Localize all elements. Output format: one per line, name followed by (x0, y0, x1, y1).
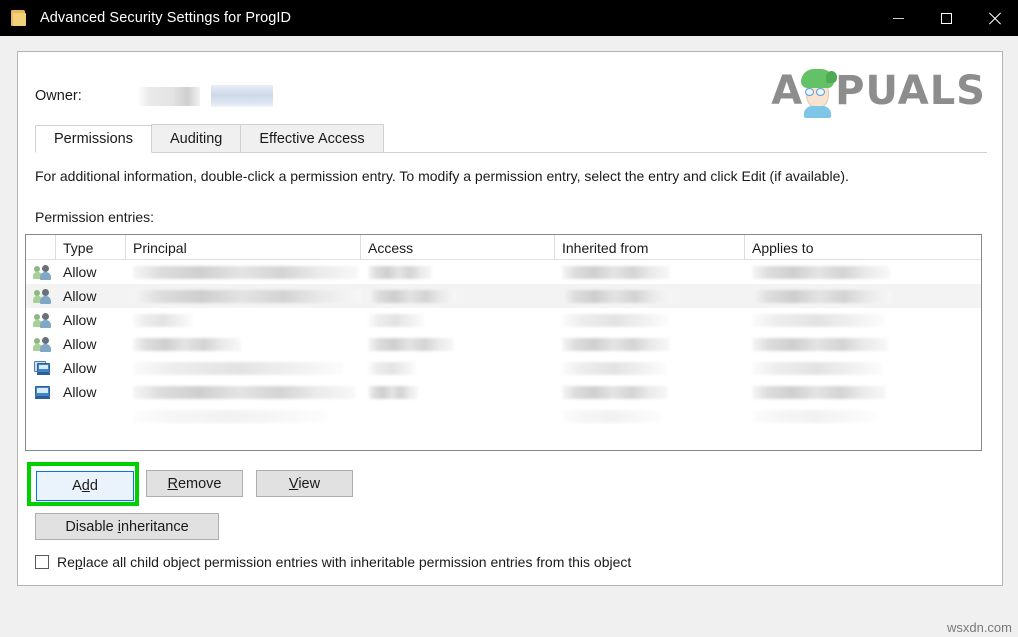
owner-value-redacted (137, 85, 273, 107)
cell-type: Allow (63, 384, 97, 400)
cell-applies-to (745, 380, 981, 404)
permission-entries-list[interactable]: Type Principal Access Inherited from App… (25, 234, 982, 451)
maximize-icon (940, 12, 952, 24)
users-group-icon (33, 336, 51, 352)
close-button[interactable] (970, 0, 1018, 36)
window-title: Advanced Security Settings for ProgID (40, 10, 292, 26)
cell-inherited-from (555, 332, 745, 356)
cell-principal (126, 380, 361, 404)
table-row[interactable]: Allow (26, 260, 981, 284)
cell-inherited-from (555, 356, 745, 380)
remove-accel: R (167, 475, 178, 492)
cell-applies-to (745, 332, 981, 356)
column-header-type[interactable]: Type (56, 235, 126, 260)
cell-principal (126, 332, 361, 356)
owner-label: Owner: (35, 88, 82, 104)
cell-access (361, 356, 555, 380)
cell-type: Allow (63, 288, 97, 304)
column-header-access[interactable]: Access (361, 235, 555, 260)
cell-inherited-from (555, 380, 745, 404)
permission-entries-label: Permission entries: (35, 209, 155, 225)
cell-inherited-from (555, 308, 745, 332)
cell-applies-to (745, 308, 981, 332)
add-accel: d (81, 478, 90, 494)
view-button[interactable]: View (256, 470, 353, 497)
users-group-icon (33, 288, 51, 304)
add-button-annotation-highlight: Add (27, 462, 139, 506)
disable-inheritance-button[interactable]: Disable inheritance (35, 513, 219, 540)
appuals-mascot-icon (798, 66, 838, 118)
cell-access (361, 332, 555, 356)
table-row[interactable]: Allow (26, 356, 981, 380)
column-header-inherited-from[interactable]: Inherited from (555, 235, 745, 260)
cell-type: Allow (63, 312, 97, 328)
tab-permissions[interactable]: Permissions (35, 125, 152, 153)
close-icon (988, 12, 1001, 25)
cell-type: Allow (63, 336, 97, 352)
title-bar: Advanced Security Settings for ProgID (0, 0, 1018, 36)
cell-principal (126, 260, 361, 284)
owner-row: Owner: (35, 85, 273, 107)
computer-icon (34, 384, 51, 400)
tab-effective-access[interactable]: Effective Access (240, 124, 384, 152)
advanced-security-settings-window: Advanced Security Settings for ProgID A (0, 0, 1018, 637)
folder-icon (11, 9, 28, 28)
table-row[interactable]: Allow (26, 308, 981, 332)
minimize-button[interactable] (874, 0, 922, 36)
table-row[interactable] (26, 404, 981, 428)
table-row[interactable]: Allow (26, 284, 981, 308)
cell-applies-to (745, 356, 981, 380)
cell-access (361, 284, 555, 308)
cell-access (361, 308, 555, 332)
cell-applies-to (745, 260, 981, 284)
replace-child-permissions-label: Replace all child object permission entr… (57, 554, 632, 570)
column-header-icon[interactable] (26, 235, 56, 260)
cell-principal (126, 356, 361, 380)
info-text: For additional information, double-click… (35, 168, 849, 184)
cell-type: Allow (63, 264, 97, 280)
computers-icon (34, 360, 51, 376)
remove-button[interactable]: Remove (146, 470, 243, 497)
column-header-principal[interactable]: Principal (126, 235, 361, 260)
view-accel: V (288, 475, 299, 492)
tab-strip: Permissions Auditing Effective Access (35, 124, 987, 153)
watermark: wsxdn.com (946, 620, 1012, 635)
cell-inherited-from (555, 260, 745, 284)
cell-applies-to (745, 284, 981, 308)
minimize-icon (892, 17, 904, 19)
dialog-content-panel: A PUALS Owner: Permissions Auditing Effe… (17, 51, 1003, 586)
disable-inheritance-accel: i (117, 518, 121, 535)
cell-principal (126, 284, 361, 308)
cell-type: Allow (63, 360, 97, 376)
cell-principal (126, 308, 361, 332)
appuals-logo: A PUALS (766, 60, 986, 122)
tab-auditing[interactable]: Auditing (150, 124, 242, 152)
table-row[interactable]: Allow (26, 332, 981, 356)
table-row[interactable]: Allow (26, 380, 981, 404)
replace-child-permissions-checkbox[interactable] (35, 555, 49, 569)
cell-inherited-from (555, 284, 745, 308)
logo-text-puals: PUALS (835, 68, 986, 114)
window-controls (874, 0, 1018, 36)
users-group-icon (33, 312, 51, 328)
replace-child-permissions-row[interactable]: Replace all child object permission entr… (35, 554, 631, 570)
users-group-icon (33, 264, 51, 280)
cell-access (361, 260, 555, 284)
maximize-button[interactable] (922, 0, 970, 36)
cell-access (361, 380, 555, 404)
replace-accel: p (74, 554, 83, 570)
dialog-footer: OK Cancel Apply wsxdn.com (0, 586, 1018, 637)
column-header-applies-to[interactable]: Applies to (745, 235, 981, 260)
add-button[interactable]: Add (36, 471, 134, 501)
table-header-row: Type Principal Access Inherited from App… (26, 235, 981, 260)
